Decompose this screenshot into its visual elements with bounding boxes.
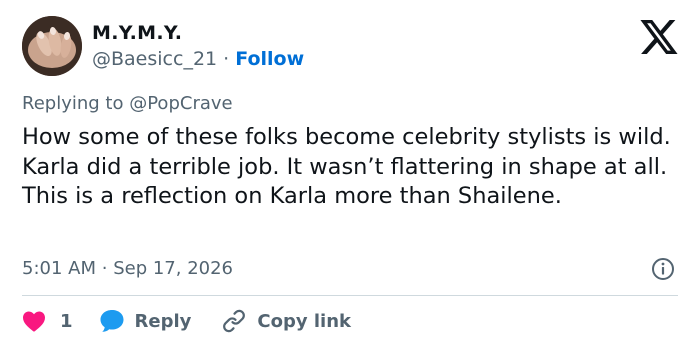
timestamp-separator: ·	[101, 258, 108, 279]
tweet-text: How some of these folks become celebrity…	[22, 124, 671, 209]
action-bar: 1 Reply Copy link	[22, 306, 351, 336]
link-icon	[223, 309, 246, 333]
divider	[22, 295, 678, 296]
display-name[interactable]: M.Y.M.Y.	[92, 22, 182, 44]
copy-link-label: Copy link	[257, 310, 351, 332]
reply-mention-link[interactable]: @PopCrave	[129, 93, 232, 114]
handle-separator: ·	[223, 48, 230, 70]
avatar-image	[22, 16, 82, 76]
tweet-time: 5:01 AM	[22, 258, 96, 279]
follow-button[interactable]: Follow	[235, 48, 304, 70]
reply-context: Replying to @PopCrave	[22, 93, 233, 114]
reply-prefix: Replying to	[22, 93, 124, 114]
speech-bubble-icon	[100, 310, 124, 332]
reply-label: Reply	[134, 310, 192, 332]
tweet-date: Sep 17, 2026	[113, 258, 234, 279]
reply-button[interactable]: Reply	[99, 309, 222, 333]
user-handle[interactable]: @Baesicc_21	[92, 48, 217, 70]
copy-link-button[interactable]: Copy link	[221, 309, 351, 333]
heart-icon	[23, 311, 45, 332]
handle-row: @Baesicc_21 · Follow	[92, 48, 304, 70]
x-logo-icon[interactable]	[640, 20, 678, 54]
like-count: 1	[60, 310, 73, 332]
avatar[interactable]	[22, 16, 82, 76]
timestamp[interactable]: 5:01 AM · Sep 17, 2026	[22, 258, 233, 279]
info-icon[interactable]	[651, 257, 675, 281]
like-button[interactable]: 1	[22, 310, 99, 332]
